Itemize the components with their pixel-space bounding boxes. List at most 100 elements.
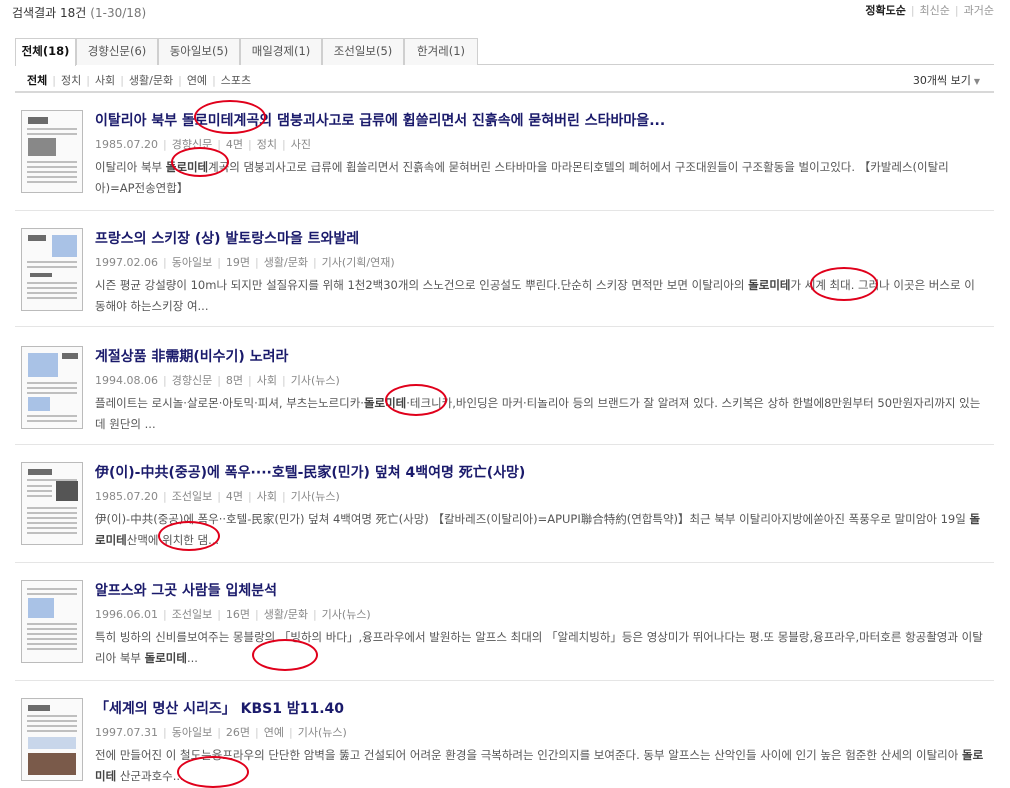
result-range: (1-30/18)	[90, 6, 147, 20]
sort-divider: |	[910, 4, 915, 17]
snippet-text: 특히 빙하의 신비를보여주는 몽블랑의 「빙하의 바다」,융프라우에서 발원하는…	[95, 630, 983, 665]
subcategory-filter: 전체 | 정치 | 사회 | 생활/문화 | 연예 | 스포츠	[27, 72, 251, 88]
result-page: 4면	[225, 490, 244, 503]
newspaper-thumbnail[interactable]	[21, 580, 83, 663]
result-section: 생활/문화	[263, 608, 308, 621]
subcat-divider: |	[178, 74, 182, 87]
subcat-divider: |	[212, 74, 216, 87]
result-paper: 경향신문	[171, 138, 213, 151]
subcat-politics[interactable]: 정치	[61, 72, 81, 88]
newspaper-thumbnail[interactable]	[21, 110, 83, 193]
snippet-text: 계곡의 댐붕괴사고로 급류에 휩쓸리면서 진흙속에 묻혀버린 스타바마을 마라몬…	[95, 160, 949, 195]
result-count: 검색결과 18건	[12, 6, 87, 20]
highlight-keyword: 돌로미테	[144, 651, 187, 665]
highlight-keyword: 돌로미테	[748, 278, 791, 292]
result-type: 기사(뉴스)	[297, 726, 347, 739]
newspaper-thumbnail[interactable]	[21, 346, 83, 429]
sort-latest[interactable]: 최신순	[920, 4, 950, 17]
result-date: 1996.06.01	[95, 608, 158, 621]
snippet-text: 伊(이)-中共(중공)에 폭우··호텔-民家(민가) 덮쳐 4백여명 死亡(사망…	[95, 512, 970, 526]
chevron-down-icon: ▼	[973, 77, 980, 86]
result-title-link[interactable]: 계절상품 非需期(비수기) 노려라	[95, 346, 288, 366]
result-snippet: 특히 빙하의 신비를보여주는 몽블랑의 「빙하의 바다」,융프라우에서 발원하는…	[95, 627, 985, 669]
result-page: 19면	[225, 256, 251, 269]
result-section: 생활/문화	[263, 256, 308, 269]
tab-chosun[interactable]: 조선일보(5)	[322, 38, 404, 65]
divider	[15, 210, 994, 211]
result-date: 1985.07.20	[95, 490, 158, 503]
subcat-culture[interactable]: 생활/문화	[129, 72, 173, 88]
subcat-divider: |	[120, 74, 124, 87]
result-page: 16면	[225, 608, 251, 621]
sort-oldest[interactable]: 과거순	[964, 4, 994, 17]
result-paper: 조선일보	[171, 608, 213, 621]
result-snippet: 시즌 평균 강설량이 10m나 되지만 설질유지를 위해 1천2백30개의 스노…	[95, 275, 985, 317]
result-section: 사회	[256, 374, 277, 387]
tab-maeil[interactable]: 매일경제(1)	[240, 38, 322, 65]
subcat-divider: |	[86, 74, 90, 87]
result-section: 정치	[256, 138, 277, 151]
result-title-link[interactable]: 伊(이)-中共(중공)에 폭우····호텔-民家(민가) 덮쳐 4백여명 死亡(…	[95, 462, 525, 482]
result-title-link[interactable]: 알프스와 그곳 사람들 입체분석	[95, 580, 277, 600]
subcat-society[interactable]: 사회	[95, 72, 115, 88]
snippet-text: 플레이트는 로시놀·살로몬·아토믹·피셔, 부츠는노르디카·	[95, 396, 364, 410]
newspaper-tabs: 전체(18) 경향신문(6) 동아일보(5) 매일경제(1) 조선일보(5) 한…	[15, 38, 994, 66]
tab-kyunghyang[interactable]: 경향신문(6)	[76, 38, 158, 65]
result-page: 26면	[225, 726, 251, 739]
divider	[15, 326, 994, 327]
result-page: 4면	[225, 138, 244, 151]
per-page-select[interactable]: 30개씩 보기 ▼	[913, 72, 980, 88]
highlight-keyword: 돌로미테	[165, 160, 209, 174]
snippet-text: 산맥에 위치한 댐...	[126, 533, 220, 547]
result-section: 연예	[263, 726, 284, 739]
sort-accuracy[interactable]: 정확도순	[865, 4, 905, 17]
snippet-text: 전에 만들어진 이 철도는융프라우의 단단한 암벽을 뚫고 건설되어 어려운 환…	[95, 748, 962, 762]
result-title-link[interactable]: 「세계의 명산 시리즈」 KBS1 밤11.40	[95, 698, 344, 718]
subcat-entertainment[interactable]: 연예	[187, 72, 207, 88]
result-date: 1994.08.06	[95, 374, 158, 387]
result-snippet: 이탈리아 북부 돌로미테계곡의 댐붕괴사고로 급류에 휩쓸리면서 진흙속에 묻혀…	[95, 157, 985, 199]
result-page: 8면	[225, 374, 244, 387]
result-paper: 경향신문	[171, 374, 213, 387]
tab-donga[interactable]: 동아일보(5)	[158, 38, 240, 65]
result-paper: 동아일보	[171, 726, 213, 739]
subcat-all[interactable]: 전체	[27, 72, 47, 88]
newspaper-thumbnail[interactable]	[21, 462, 83, 545]
result-type: 사진	[290, 138, 311, 151]
newspaper-thumbnail[interactable]	[21, 698, 83, 781]
result-title-link[interactable]: 프랑스의 스키장 (상) 발토랑스마을 트와발레	[95, 228, 359, 248]
subcat-sports[interactable]: 스포츠	[221, 72, 251, 88]
result-snippet: 플레이트는 로시놀·살로몬·아토믹·피셔, 부츠는노르디카·돌로미테·테크니카,…	[95, 393, 985, 435]
result-paper: 조선일보	[171, 490, 213, 503]
snippet-text: 시즌 평균 강설량이 10m나 되지만 설질유지를 위해 1천2백30개의 스노…	[95, 278, 749, 292]
result-meta: 1994.08.06 | 경향신문 | 8면 | 사회 | 기사(뉴스)	[95, 374, 340, 387]
snippet-text: 산군과호수...	[116, 769, 184, 783]
result-title-link[interactable]: 이탈리아 북부 돌로미테계곡의 댐붕괴사고로 급류에 휩쓸리면서 진흙속에 묻혀…	[95, 110, 665, 130]
divider	[15, 444, 994, 445]
divider	[15, 562, 994, 563]
tab-hankyoreh[interactable]: 한겨레(1)	[404, 38, 478, 65]
result-date: 1985.07.20	[95, 138, 158, 151]
result-meta: 1997.02.06 | 동아일보 | 19면 | 생활/문화 | 기사(기획/연재)	[95, 256, 395, 269]
result-meta: 1997.07.31 | 동아일보 | 26면 | 연예 | 기사(뉴스)	[95, 726, 347, 739]
per-page-label: 30개씩 보기	[912, 74, 971, 87]
result-meta: 1996.06.01 | 조선일보 | 16면 | 생활/문화 | 기사(뉴스)	[95, 608, 371, 621]
tab-all[interactable]: 전체(18)	[15, 38, 76, 66]
result-date: 1997.02.06	[95, 256, 158, 269]
result-type: 기사(뉴스)	[290, 490, 340, 503]
snippet-text: 이탈리아 북부	[95, 160, 166, 174]
newspaper-thumbnail[interactable]	[21, 228, 83, 311]
result-meta: 1985.07.20 | 조선일보 | 4면 | 사회 | 기사(뉴스)	[95, 490, 340, 503]
subcat-divider: |	[52, 74, 56, 87]
sort-divider: |	[954, 4, 959, 17]
result-type: 기사(뉴스)	[321, 608, 371, 621]
result-paper: 동아일보	[171, 256, 213, 269]
result-type: 기사(뉴스)	[290, 374, 340, 387]
divider	[15, 91, 994, 93]
result-summary: 검색결과 18건 (1-30/18)	[12, 4, 146, 21]
result-date: 1997.07.31	[95, 726, 158, 739]
result-meta: 1985.07.20 | 경향신문 | 4면 | 정치 | 사진	[95, 138, 311, 151]
highlight-keyword: 돌로미테	[363, 396, 407, 410]
result-type: 기사(기획/연재)	[321, 256, 395, 269]
snippet-text: ...	[186, 651, 198, 665]
